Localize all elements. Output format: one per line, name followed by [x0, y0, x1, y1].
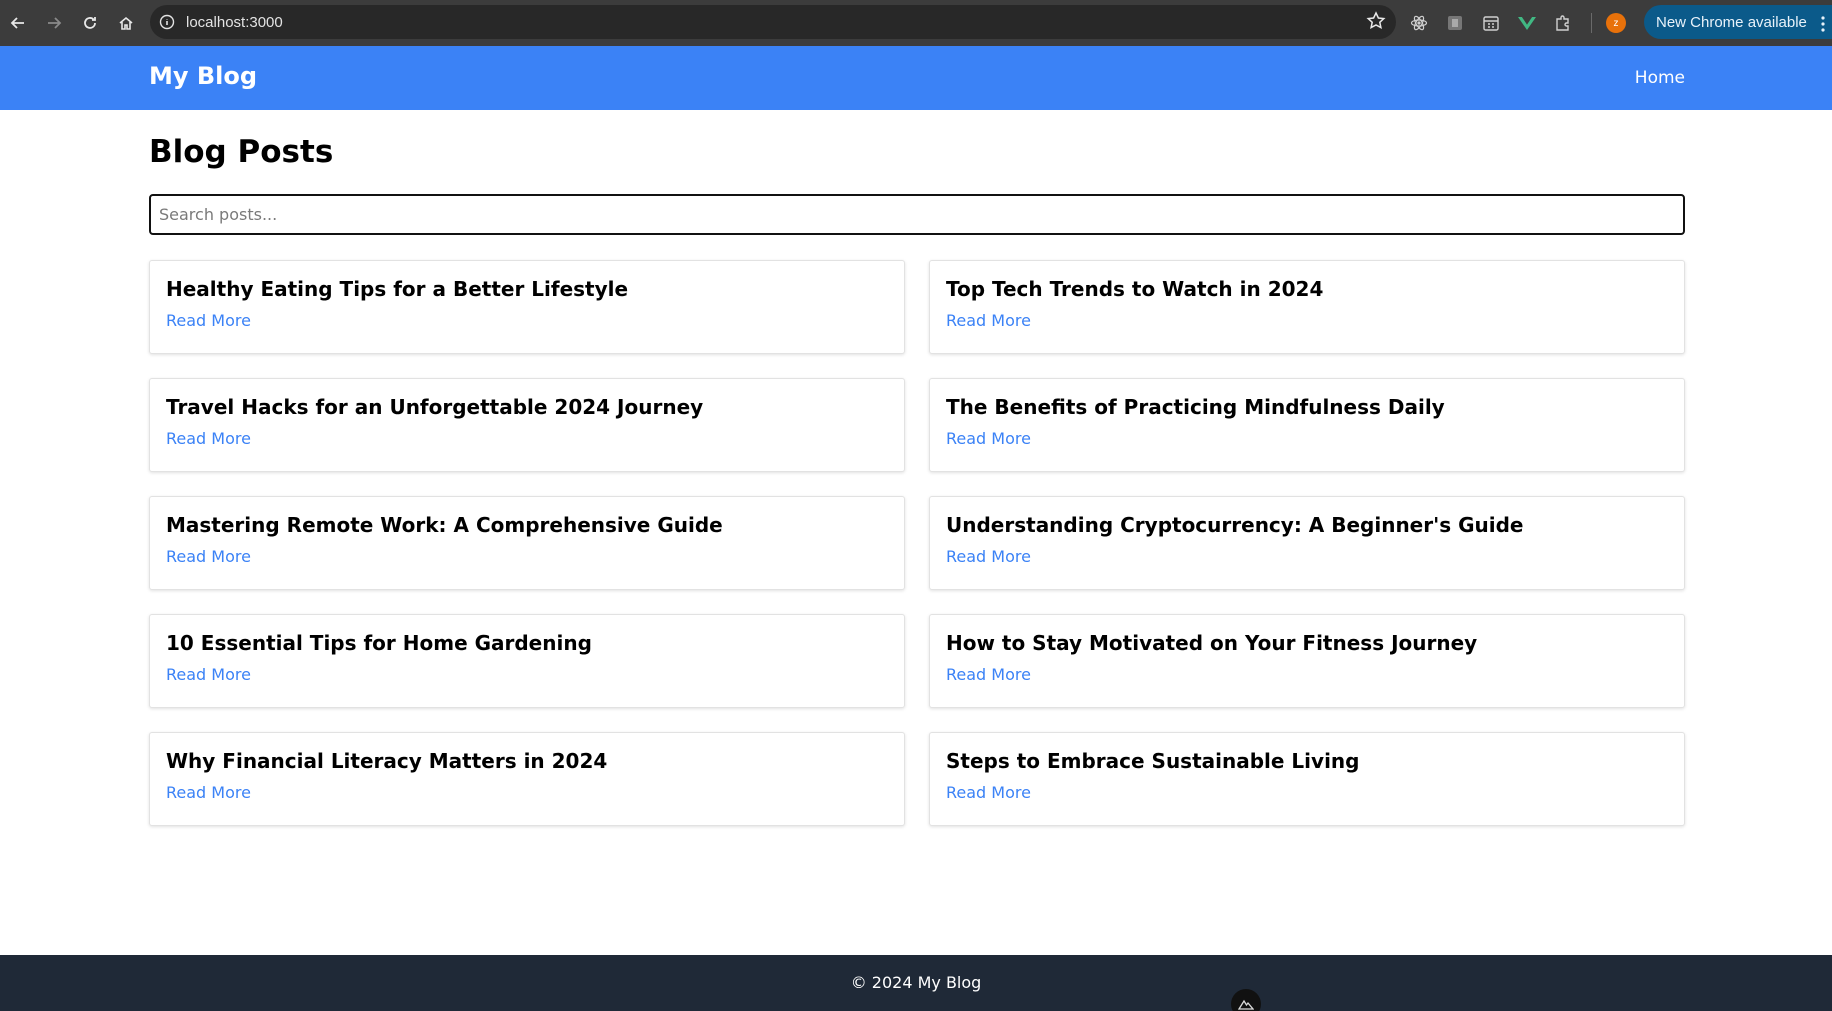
site-footer: © 2024 My Blog — [0, 955, 1832, 1011]
post-title: Healthy Eating Tips for a Better Lifesty… — [166, 277, 629, 301]
nuxt-devtools-icon[interactable] — [1231, 989, 1261, 1011]
read-more-link[interactable]: Read More — [166, 311, 251, 330]
post-title: 10 Essential Tips for Home Gardening — [166, 631, 592, 655]
post-title: How to Stay Motivated on Your Fitness Jo… — [946, 631, 1478, 655]
read-more-link[interactable]: Read More — [946, 311, 1031, 330]
post-card: Travel Hacks for an Unforgettable 2024 J… — [149, 378, 905, 472]
forward-arrow-icon[interactable] — [36, 5, 72, 41]
address-bar[interactable]: localhost:3000 — [150, 5, 1396, 39]
post-grid: Healthy Eating Tips for a Better Lifesty… — [149, 260, 1685, 826]
page-title: Blog Posts — [149, 134, 334, 170]
bookmark-star-icon[interactable] — [1366, 11, 1386, 35]
react-devtools-icon[interactable] — [1405, 9, 1433, 37]
search-input[interactable] — [149, 194, 1685, 235]
post-title: Top Tech Trends to Watch in 2024 — [946, 277, 1324, 301]
post-title: The Benefits of Practicing Mindfulness D… — [946, 395, 1445, 419]
update-label: New Chrome available — [1656, 13, 1807, 31]
post-title: Why Financial Literacy Matters in 2024 — [166, 749, 608, 773]
read-more-link[interactable]: Read More — [166, 783, 251, 802]
site-brand[interactable]: My Blog — [149, 62, 257, 90]
post-title: Travel Hacks for an Unforgettable 2024 J… — [166, 395, 704, 419]
chrome-update-button[interactable]: New Chrome available — [1644, 5, 1832, 39]
extension-icon[interactable] — [1441, 9, 1469, 37]
read-more-link[interactable]: Read More — [166, 429, 251, 448]
post-card: Mastering Remote Work: A Comprehensive G… — [149, 496, 905, 590]
calendar-icon[interactable] — [1477, 9, 1505, 37]
profile-avatar[interactable]: z — [1606, 13, 1626, 33]
url-text[interactable]: localhost:3000 — [186, 14, 283, 31]
post-card: Why Financial Literacy Matters in 2024 R… — [149, 732, 905, 826]
post-card: The Benefits of Practicing Mindfulness D… — [929, 378, 1685, 472]
post-card: Top Tech Trends to Watch in 2024 Read Mo… — [929, 260, 1685, 354]
extensions-area: z — [1405, 6, 1626, 40]
read-more-link[interactable]: Read More — [166, 547, 251, 566]
read-more-link[interactable]: Read More — [946, 547, 1031, 566]
nav-home-link[interactable]: Home — [1635, 68, 1685, 88]
toolbar-divider — [1591, 13, 1592, 33]
browser-toolbar: localhost:3000 z New Chrome available — [0, 0, 1832, 46]
post-card: Steps to Embrace Sustainable Living Read… — [929, 732, 1685, 826]
vue-devtools-icon[interactable] — [1513, 9, 1541, 37]
home-icon[interactable] — [108, 5, 144, 41]
read-more-link[interactable]: Read More — [166, 665, 251, 684]
puzzle-extensions-icon[interactable] — [1549, 9, 1577, 37]
navigation-buttons — [0, 5, 144, 41]
post-title: Mastering Remote Work: A Comprehensive G… — [166, 513, 723, 537]
read-more-link[interactable]: Read More — [946, 429, 1031, 448]
footer-copyright: © 2024 My Blog — [850, 973, 982, 992]
post-title: Steps to Embrace Sustainable Living — [946, 749, 1360, 773]
post-card: Healthy Eating Tips for a Better Lifesty… — [149, 260, 905, 354]
read-more-link[interactable]: Read More — [946, 665, 1031, 684]
post-card: 10 Essential Tips for Home Gardening Rea… — [149, 614, 905, 708]
back-arrow-icon[interactable] — [0, 5, 36, 41]
site-header: My Blog Home — [0, 46, 1832, 110]
read-more-link[interactable]: Read More — [946, 783, 1031, 802]
reload-icon[interactable] — [72, 5, 108, 41]
post-title: Understanding Cryptocurrency: A Beginner… — [946, 513, 1524, 537]
post-card: Understanding Cryptocurrency: A Beginner… — [929, 496, 1685, 590]
kebab-menu-icon[interactable] — [1820, 15, 1826, 37]
post-card: How to Stay Motivated on Your Fitness Jo… — [929, 614, 1685, 708]
site-info-icon[interactable] — [158, 13, 176, 31]
